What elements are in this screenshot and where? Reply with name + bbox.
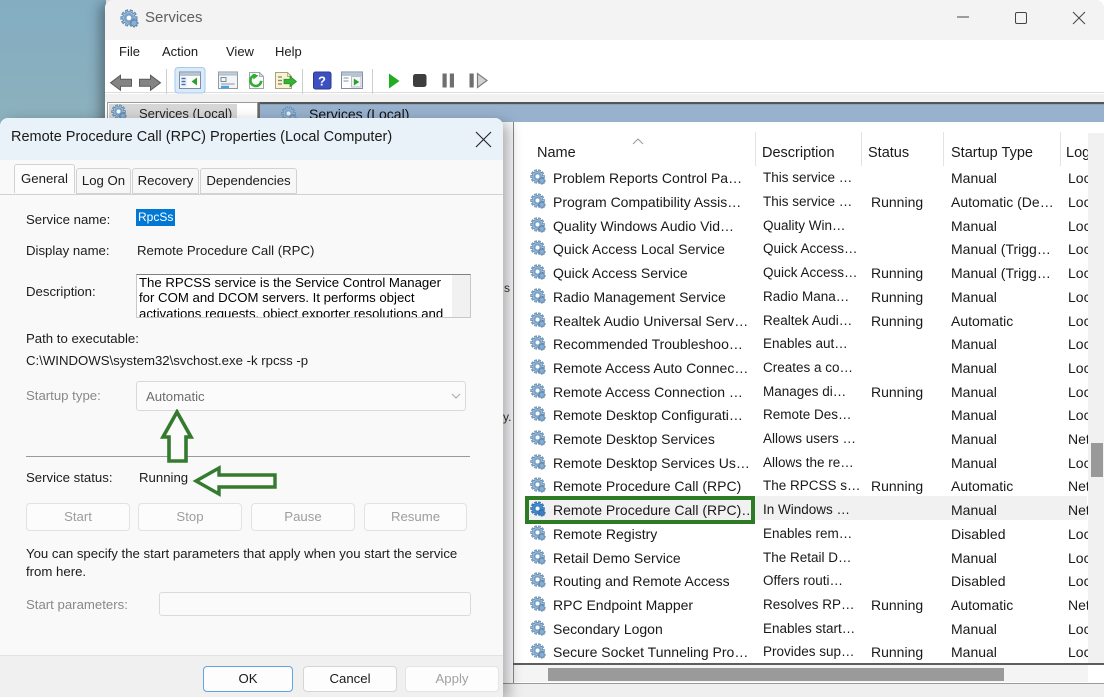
svg-text:?: ? [318, 74, 326, 89]
